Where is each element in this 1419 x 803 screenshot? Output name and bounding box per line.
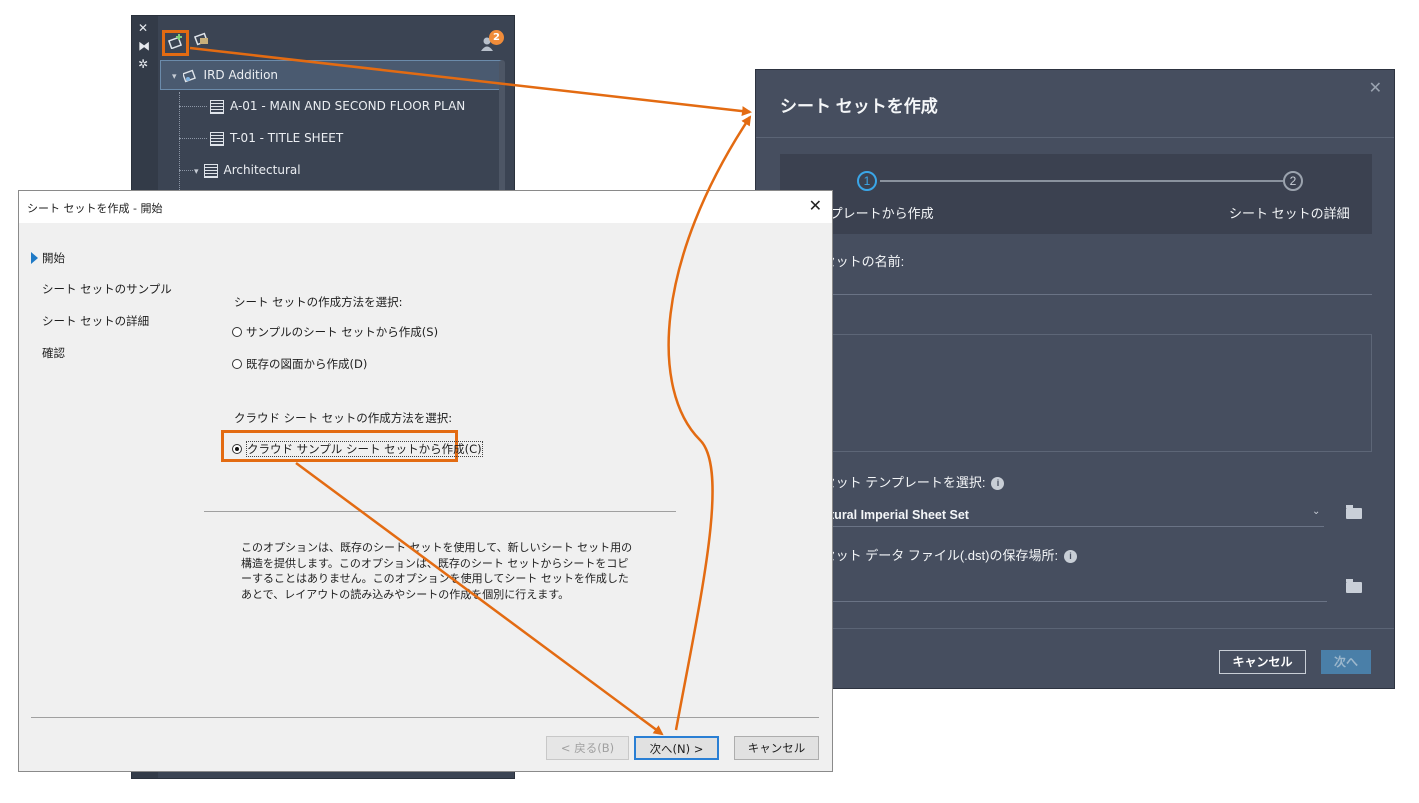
- tree-item-sheet[interactable]: A-01 - MAIN AND SECOND FLOOR PLAN: [210, 95, 465, 117]
- palette-properties-icon[interactable]: ✲: [138, 58, 148, 70]
- name-input[interactable]: [780, 294, 1372, 295]
- create-sheet-set-dialog-modern: シート セットを作成 ✕ 1 2 テンプレートから作成 シート セットの詳細 シ…: [755, 69, 1395, 689]
- tree-connector: [179, 138, 207, 139]
- stepper: 1 2 テンプレートから作成 シート セットの詳細: [780, 154, 1372, 234]
- folder-icon[interactable]: [1346, 579, 1362, 593]
- step-2-indicator: 2: [1283, 171, 1303, 191]
- nav-item-start: 開始: [42, 251, 65, 265]
- tree-item-label: T-01 - TITLE SHEET: [230, 131, 344, 145]
- description-text: このオプションは、既存のシート セットを使用して、新しいシート セット用の構造を…: [241, 541, 633, 601]
- tree-connector: [179, 170, 193, 171]
- radio-cloud[interactable]: クラウド サンプル シート セットから作成(C): [232, 441, 483, 457]
- info-icon[interactable]: i: [1064, 550, 1078, 563]
- radio-label: 既存の図面から作成(D): [246, 357, 368, 371]
- notifications-button[interactable]: 2: [480, 30, 504, 54]
- tree-root-label: IRD Addition: [203, 68, 279, 82]
- step-1-indicator: 1: [857, 171, 877, 191]
- new-sheet-set-icon: [167, 34, 182, 50]
- next-button[interactable]: 次へ(N) >: [634, 736, 719, 760]
- cancel-button[interactable]: キャンセル: [734, 736, 819, 760]
- description-textarea[interactable]: [780, 334, 1372, 452]
- divider: [31, 717, 819, 718]
- palette-close-icon[interactable]: ✕: [138, 22, 148, 34]
- subset-icon: [203, 163, 218, 178]
- tree-item-subset[interactable]: ▾ Architectural: [194, 159, 301, 181]
- create-sheet-set-dialog-classic: シート セットを作成 - 開始 ✕ 開始 シート セットのサンプル シート セッ…: [18, 190, 833, 772]
- divider: [756, 137, 1394, 138]
- radio-circle[interactable]: [232, 327, 242, 337]
- folder-icon[interactable]: [1346, 505, 1362, 519]
- section2-label: クラウド シート セットの作成方法を選択:: [234, 411, 453, 425]
- sheet-icon: [210, 99, 224, 114]
- radio-label: クラウド サンプル シート セットから作成(C): [246, 441, 483, 457]
- dialog-title: シート セットを作成: [780, 97, 938, 116]
- close-icon[interactable]: ✕: [1369, 78, 1382, 98]
- radio-circle-selected[interactable]: [232, 444, 242, 454]
- radio-sample[interactable]: サンプルのシート セットから作成(S): [232, 324, 438, 340]
- open-sheet-set-button[interactable]: [190, 30, 214, 54]
- tree-root-row[interactable]: ▾ IRD Addition: [172, 64, 278, 86]
- template-select[interactable]: [780, 526, 1324, 527]
- sheet-icon: [210, 131, 224, 146]
- open-sheet-set-icon: [193, 32, 209, 46]
- tree-connector: [179, 92, 180, 192]
- back-button[interactable]: < 戻る(B): [546, 736, 629, 760]
- nav-item-details: シート セットの詳細: [42, 314, 150, 328]
- cancel-button[interactable]: キャンセル: [1219, 650, 1306, 674]
- dialog-title: シート セットを作成 - 開始: [27, 202, 163, 215]
- title-bar: シート セットを作成 - 開始 ✕: [19, 191, 832, 223]
- notification-badge: 2: [489, 30, 504, 45]
- divider: [756, 628, 1394, 629]
- divider: [204, 511, 676, 512]
- tree-item-sheet[interactable]: T-01 - TITLE SHEET: [210, 127, 343, 149]
- close-icon[interactable]: ✕: [809, 196, 822, 215]
- location-input[interactable]: [780, 601, 1327, 602]
- step-2-label: シート セットの詳細: [1229, 206, 1350, 221]
- radio-existing[interactable]: 既存の図面から作成(D): [232, 356, 367, 372]
- palette-autohide-icon[interactable]: ⧓: [138, 40, 150, 52]
- current-step-arrow-icon: [31, 252, 38, 264]
- radio-label: サンプルのシート セットから作成(S): [246, 325, 439, 339]
- collapse-icon[interactable]: ▾: [172, 72, 177, 82]
- nav-item-sample: シート セットのサンプル: [42, 282, 172, 296]
- radio-circle[interactable]: [232, 359, 242, 369]
- info-icon[interactable]: i: [991, 477, 1005, 490]
- tree-item-label: A-01 - MAIN AND SECOND FLOOR PLAN: [230, 99, 466, 113]
- tree-item-label: Architectural: [223, 163, 301, 177]
- next-button[interactable]: 次へ: [1321, 650, 1371, 674]
- nav-item-confirm: 確認: [42, 346, 65, 360]
- chevron-down-icon[interactable]: ⌄: [1312, 506, 1320, 517]
- step-connector: [880, 180, 1283, 182]
- collapse-icon[interactable]: ▾: [194, 167, 199, 177]
- new-sheet-set-button[interactable]: [162, 30, 189, 56]
- section1-label: シート セットの作成方法を選択:: [234, 295, 403, 309]
- sheet-set-icon: [181, 69, 196, 82]
- tree-connector: [179, 106, 207, 107]
